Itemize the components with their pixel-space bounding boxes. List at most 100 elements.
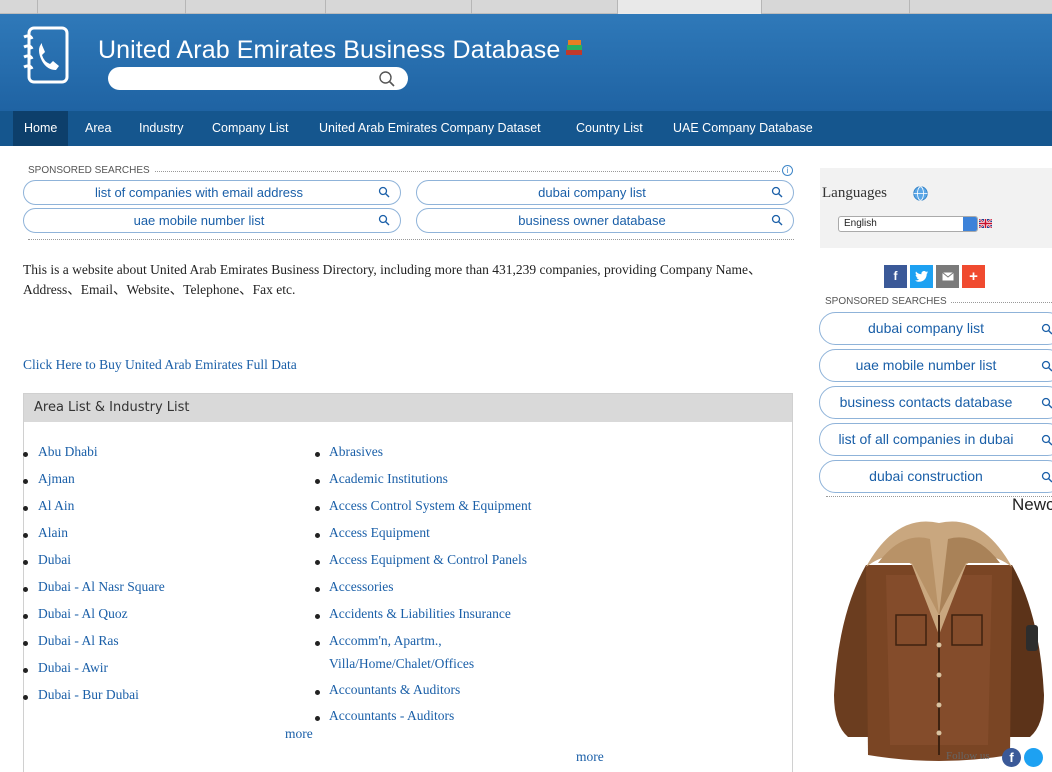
industry-link[interactable]: Access Equipment: [329, 525, 430, 541]
sponsored-search-item[interactable]: business owner database: [416, 208, 794, 233]
area-link[interactable]: Dubai: [38, 552, 71, 568]
bullet: [315, 479, 320, 484]
search-icon: [1041, 360, 1052, 372]
bullet: [23, 641, 28, 646]
facebook-follow-icon[interactable]: f: [1002, 748, 1021, 767]
sidebar-search-item[interactable]: business contacts database: [819, 386, 1052, 419]
bullet: [315, 452, 320, 457]
search-icon: [771, 214, 783, 226]
follow-us-text: Follow us: [946, 750, 990, 762]
area-link[interactable]: Alain: [38, 525, 68, 541]
sidebar-search-item[interactable]: list of all companies in dubai: [819, 423, 1052, 456]
phonebook-logo-icon[interactable]: [20, 25, 70, 85]
nav-home[interactable]: Home: [13, 111, 69, 146]
search-icon: [1041, 397, 1052, 409]
search-icon: [1041, 471, 1052, 483]
panel-title: Area List & Industry List: [24, 394, 792, 422]
industry-link-continued[interactable]: Villa/Home/Chalet/Offices: [329, 656, 474, 672]
bullet: [23, 479, 28, 484]
area-link[interactable]: Dubai - Al Ras: [38, 633, 119, 649]
email-share-icon[interactable]: [936, 265, 959, 288]
more-areas-link[interactable]: more: [285, 726, 313, 742]
industry-link[interactable]: Access Control System & Equipment: [329, 498, 531, 514]
bullet: [23, 587, 28, 592]
area-link[interactable]: Dubai - Bur Dubai: [38, 687, 139, 703]
bullet: [23, 614, 28, 619]
chevron-updown-icon: [963, 217, 977, 231]
jacket-image-icon: [834, 521, 1044, 761]
search-icon[interactable]: [378, 70, 396, 88]
uk-flag-icon: [979, 219, 992, 228]
language-select[interactable]: English: [838, 216, 978, 232]
site-header: United Arab Emirates Business Database: [0, 14, 1052, 111]
bullet: [23, 506, 28, 511]
languages-box: Languages English: [820, 168, 1052, 248]
industry-link[interactable]: Accountants - Auditors: [329, 708, 454, 724]
nav-company-list[interactable]: Company List: [212, 111, 288, 146]
industry-link[interactable]: Accessories: [329, 579, 393, 595]
plus-share-icon[interactable]: +: [962, 265, 985, 288]
bullet: [315, 587, 320, 592]
bullet: [315, 690, 320, 695]
facebook-share-icon[interactable]: f: [884, 265, 907, 288]
bullet: [315, 641, 320, 646]
bullet: [23, 695, 28, 700]
sponsored-label: SPONSORED SEARCHES: [28, 165, 154, 176]
twitter-share-icon[interactable]: [910, 265, 933, 288]
more-industries-link[interactable]: more: [576, 749, 604, 765]
bullet: [23, 668, 28, 673]
industry-link[interactable]: Accomm'n, Apartm.,: [329, 633, 442, 649]
search-input[interactable]: [108, 67, 408, 90]
nav-uae-company-database[interactable]: UAE Company Database: [673, 111, 813, 146]
site-title[interactable]: United Arab Emirates Business Database: [98, 36, 560, 65]
nav-company-dataset[interactable]: United Arab Emirates Company Dataset: [319, 111, 541, 146]
main-nav: Home Area Industry Company List United A…: [0, 111, 1052, 146]
bullet: [315, 614, 320, 619]
area-link[interactable]: Dubai - Awir: [38, 660, 108, 676]
sidebar-sponsored-label: SPONSORED SEARCHES: [825, 296, 951, 307]
buy-full-data-link[interactable]: Click Here to Buy United Arab Emirates F…: [23, 357, 297, 373]
bullet: [23, 533, 28, 538]
area-link[interactable]: Ajman: [38, 471, 75, 487]
sidebar-search-item[interactable]: uae mobile number list: [819, 349, 1052, 382]
industry-link[interactable]: Accountants & Auditors: [329, 682, 460, 698]
sponsored-search-item[interactable]: dubai company list: [416, 180, 794, 205]
browser-tab-strip: [0, 0, 1052, 14]
bullet: [315, 533, 320, 538]
languages-title: Languages: [822, 185, 887, 201]
nav-area[interactable]: Area: [85, 111, 111, 146]
area-link[interactable]: Dubai - Al Quoz: [38, 606, 128, 622]
nav-industry[interactable]: Industry: [139, 111, 183, 146]
intro-text: This is a website about United Arab Emir…: [23, 262, 762, 297]
area-link[interactable]: Abu Dhabi: [38, 444, 98, 460]
industry-link[interactable]: Academic Institutions: [329, 471, 448, 487]
sponsored-search-item[interactable]: list of companies with email address: [23, 180, 401, 205]
info-icon[interactable]: i: [782, 165, 793, 176]
sidebar-search-item[interactable]: dubai construction: [819, 460, 1052, 493]
search-icon: [1041, 323, 1052, 335]
industry-link[interactable]: Abrasives: [329, 444, 383, 460]
globe-icon: [913, 186, 928, 201]
books-icon: [566, 40, 582, 55]
industry-link[interactable]: Accidents & Liabilities Insurance: [329, 606, 511, 622]
sponsored-search-item[interactable]: uae mobile number list: [23, 208, 401, 233]
bullet: [23, 452, 28, 457]
search-icon: [1041, 434, 1052, 446]
industry-link[interactable]: Access Equipment & Control Panels: [329, 552, 527, 568]
jacket-ad[interactable]: Newchic Follow us f: [826, 495, 1052, 772]
area-industry-panel: Area List & Industry List Abu Dhabi Ajma…: [23, 393, 793, 772]
sponsored-divider: [28, 239, 794, 240]
nav-country-list[interactable]: Country List: [576, 111, 643, 146]
sidebar-search-item[interactable]: dubai company list: [819, 312, 1052, 345]
bullet: [315, 716, 320, 721]
bullet: [315, 506, 320, 511]
search-icon: [771, 186, 783, 198]
area-link[interactable]: Dubai - Al Nasr Square: [38, 579, 165, 595]
search-icon: [378, 186, 390, 198]
search-icon: [378, 214, 390, 226]
bullet: [23, 560, 28, 565]
twitter-follow-icon[interactable]: [1024, 748, 1043, 767]
language-selected: English: [844, 218, 877, 229]
area-link[interactable]: Al Ain: [38, 498, 74, 514]
bullet: [315, 560, 320, 565]
